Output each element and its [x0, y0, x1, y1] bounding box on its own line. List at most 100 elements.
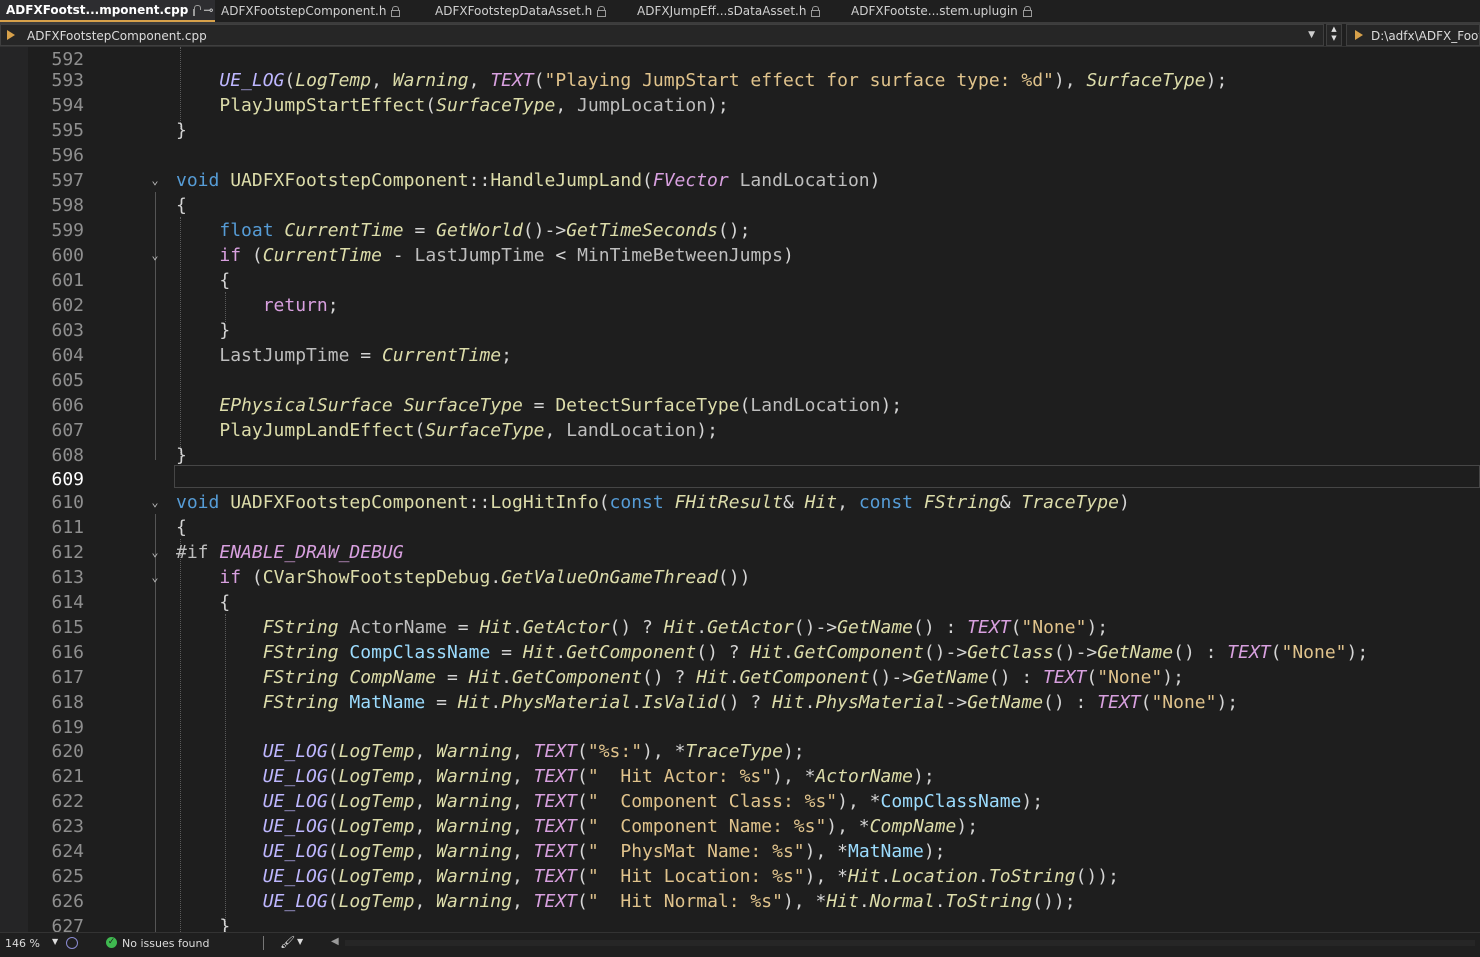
code-text: return; — [262, 295, 339, 316]
code-text: void UADFXFootstepComponent::HandleJumpL… — [176, 170, 881, 191]
code-editor[interactable]: 592 593 UE_LOG(LogTemp, Warning, TEXT("P… — [0, 47, 1480, 932]
check-icon: ✓ — [106, 937, 117, 948]
scope-dropdown[interactable]: D:\adfx\ADFX_Footst — [1346, 24, 1480, 46]
tab-label: ADFXFootste...stem.uplugin — [851, 4, 1018, 18]
line-number: 606 — [51, 395, 84, 416]
code-line: 615 FString ActorName = Hit.GetActor() ?… — [0, 615, 1480, 640]
code-line: 604 LastJumpTime = CurrentTime; — [0, 343, 1480, 368]
code-line: 627 } — [0, 914, 1480, 932]
status-bar: 146 % ▼ ✓ No issues found 🖌 ▼ ◀ — [0, 932, 1480, 957]
code-line: 608} — [0, 443, 1480, 468]
tab-adfxfootstepcomponent-h[interactable]: ADFXFootstepComponent.h — [215, 0, 429, 22]
code-line: 610 ⌄ void UADFXFootstepComponent::LogHitI… — [0, 490, 1480, 515]
line-number: 598 — [51, 195, 84, 216]
code-text: { — [219, 592, 231, 613]
code-text: UE_LOG(LogTemp, Warning, TEXT(" Hit Loca… — [262, 866, 1119, 887]
chevron-down-icon[interactable]: ▼ — [52, 937, 58, 946]
horizontal-scrollbar[interactable] — [345, 940, 1475, 946]
line-number: 610 — [51, 492, 84, 513]
line-number: 624 — [51, 841, 84, 862]
code-line: 595} — [0, 118, 1480, 143]
pin-icon[interactable]: ⊸ — [203, 0, 213, 20]
scope-icon — [1355, 30, 1363, 40]
divider — [263, 936, 264, 950]
code-text: UE_LOG(LogTemp, Warning, TEXT("%s:"), *T… — [262, 741, 805, 762]
code-cleanup-icon[interactable]: 🖌 — [280, 935, 295, 949]
line-number: 626 — [51, 891, 84, 912]
lock-icon — [597, 5, 607, 17]
collapse-icon[interactable]: ⌄ — [146, 540, 164, 565]
line-number: 599 — [51, 220, 84, 241]
line-number: 618 — [51, 692, 84, 713]
line-number: 614 — [51, 592, 84, 613]
file-dropdown-label: ADFXFootstepComponent.cpp — [27, 29, 207, 43]
code-text: EPhysicalSurface SurfaceType = DetectSur… — [219, 395, 903, 416]
line-number: 619 — [51, 717, 84, 738]
lock-icon — [1022, 5, 1032, 17]
code-text: } — [219, 916, 231, 932]
code-line: 612 ⌄ #if ENABLE_DRAW_DEBUG — [0, 540, 1480, 565]
collapse-icon[interactable]: ⌄ — [146, 490, 164, 515]
code-line: 625 UE_LOG(LogTemp, Warning, TEXT(" Hit … — [0, 864, 1480, 889]
code-line: 603 } — [0, 318, 1480, 343]
code-line: 605 — [0, 368, 1480, 393]
code-line: 606 EPhysicalSurface SurfaceType = Detec… — [0, 393, 1480, 418]
line-number: 602 — [51, 295, 84, 316]
code-line: 609 — [0, 467, 1480, 492]
code-text: { — [219, 270, 231, 291]
code-line: 599 float CurrentTime = GetWorld()->GetT… — [0, 218, 1480, 243]
split-spinner[interactable]: ▲ ▼ — [1326, 24, 1342, 46]
line-number: 611 — [51, 517, 84, 538]
code-line: 596 — [0, 143, 1480, 168]
line-number: 605 — [51, 370, 84, 391]
line-number: 612 — [51, 542, 84, 563]
line-number: 608 — [51, 445, 84, 466]
line-number: 617 — [51, 667, 84, 688]
code-text: { — [176, 517, 187, 538]
code-line: 620 UE_LOG(LogTemp, Warning, TEXT("%s:")… — [0, 739, 1480, 764]
line-number: 600 — [51, 245, 84, 266]
code-line: 593 UE_LOG(LogTemp, Warning, TEXT("Playi… — [0, 68, 1480, 93]
lock-icon — [391, 5, 401, 17]
file-dropdown[interactable]: ADFXFootstepComponent.cpp ▼ — [0, 24, 1324, 46]
collapse-icon[interactable]: ⌄ — [146, 243, 164, 268]
code-text: } — [176, 120, 187, 141]
chevron-down-icon[interactable]: ▼ — [297, 937, 303, 946]
line-number: 604 — [51, 345, 84, 366]
chevron-down-icon: ▼ — [1308, 30, 1315, 40]
tab-adfxjumpeffectsdataasset-h[interactable]: ADFXJumpEff...sDataAsset.h — [631, 0, 845, 22]
collapse-icon[interactable]: ⌄ — [146, 565, 164, 590]
code-text: UE_LOG(LogTemp, Warning, TEXT(" PhysMat … — [262, 841, 946, 862]
line-number: 607 — [51, 420, 84, 441]
code-text: LastJumpTime = CurrentTime; — [219, 345, 512, 366]
code-text: UE_LOG(LogTemp, Warning, TEXT(" Componen… — [262, 816, 979, 837]
tab-adfxfootstepdataasset-h[interactable]: ADFXFootstepDataAsset.h — [429, 0, 631, 22]
code-line: 600 ⌄ if (CurrentTime - LastJumpTime < Mi… — [0, 243, 1480, 268]
code-text: void UADFXFootstepComponent::LogHitInfo(… — [176, 492, 1130, 513]
code-line: 624 UE_LOG(LogTemp, Warning, TEXT(" Phys… — [0, 839, 1480, 864]
navigation-bar: ADFXFootstepComponent.cpp ▼ ▲ ▼ D:\adfx\A… — [0, 24, 1480, 47]
code-line: 618 FString MatName = Hit.PhysMaterial.I… — [0, 690, 1480, 715]
code-line: 621 UE_LOG(LogTemp, Warning, TEXT(" Hit … — [0, 764, 1480, 789]
code-text: { — [176, 195, 187, 216]
scope-dropdown-label: D:\adfx\ADFX_Footst — [1371, 29, 1479, 43]
line-number: 597 — [51, 170, 84, 191]
tab-adfxfootstepcomponent-cpp[interactable]: ADFXFootst...mponent.cpp ⊸ ✕ — [0, 0, 215, 22]
code-text: PlayJumpStartEffect(SurfaceType, JumpLoc… — [219, 95, 729, 116]
code-text: UE_LOG(LogTemp, Warning, TEXT(" Hit Norm… — [262, 891, 1076, 912]
collapse-icon[interactable]: ⌄ — [146, 168, 164, 193]
code-line: 617 FString CompName = Hit.GetComponent(… — [0, 665, 1480, 690]
code-text: if (CVarShowFootstepDebug.GetValueOnGame… — [219, 567, 751, 588]
tab-label: ADFXJumpEff...sDataAsset.h — [637, 4, 807, 18]
file-icon — [7, 30, 15, 40]
issues-status[interactable]: No issues found — [122, 937, 209, 950]
code-text: float CurrentTime = GetWorld()->GetTimeS… — [219, 220, 751, 241]
zoom-level[interactable]: 146 % — [5, 937, 40, 950]
line-number: 615 — [51, 617, 84, 638]
scroll-left-icon[interactable]: ◀ — [331, 936, 339, 947]
code-line: 607 PlayJumpLandEffect(SurfaceType, Land… — [0, 418, 1480, 443]
code-line: 619 — [0, 715, 1480, 740]
code-text: PlayJumpLandEffect(SurfaceType, LandLoca… — [219, 420, 718, 441]
code-line: 623 UE_LOG(LogTemp, Warning, TEXT(" Comp… — [0, 814, 1480, 839]
tab-adfxfootstepsystem-uplugin[interactable]: ADFXFootste...stem.uplugin — [845, 0, 1055, 22]
